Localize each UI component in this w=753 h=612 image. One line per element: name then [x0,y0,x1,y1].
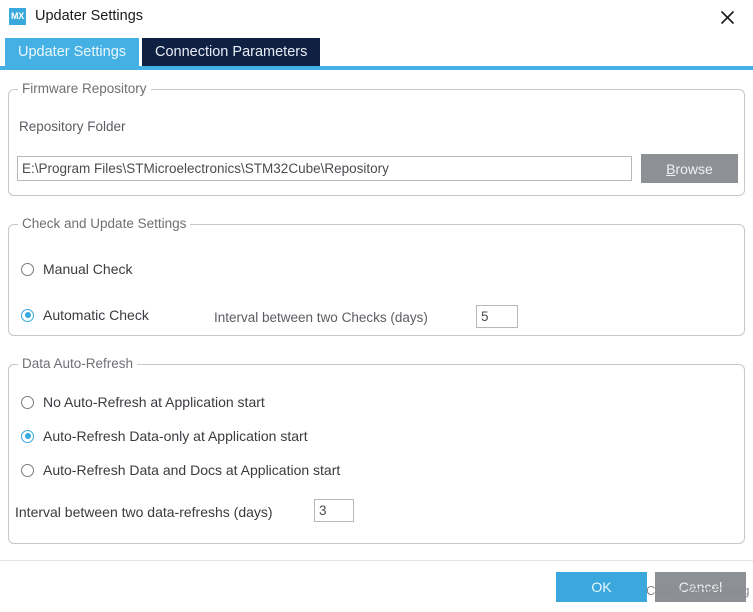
close-button[interactable] [707,2,747,32]
tab-underline [0,66,753,70]
browse-button-label: rowse [675,160,713,177]
radio-auto-refresh-data-only[interactable]: Auto-Refresh Data-only at Application st… [21,428,308,444]
radio-automatic-check[interactable]: Automatic Check [21,307,149,323]
radio-manual-check[interactable]: Manual Check [21,261,133,277]
title-bar: MX Updater Settings [0,0,753,32]
radio-manual-check-label: Manual Check [43,261,133,277]
updater-settings-dialog: MX Updater Settings Updater Settings Con… [0,0,753,612]
data-auto-refresh-group-title: Data Auto-Refresh [18,356,138,371]
tab-connection-parameters-label: Connection Parameters [155,44,308,60]
repository-folder-label: Repository Folder [19,119,126,134]
radio-automatic-check-indicator [21,308,34,322]
radio-auto-refresh-data-only-label: Auto-Refresh Data-only at Application st… [43,428,308,444]
check-update-settings-group-title: Check and Update Settings [18,216,191,231]
radio-no-auto-refresh-label: No Auto-Refresh at Application start [43,394,265,410]
mx-app-icon: MX [9,7,26,25]
tab-bar: Updater Settings Connection Parameters [0,38,753,66]
firmware-repository-group-title: Firmware Repository [18,81,151,96]
radio-auto-refresh-data-and-docs-indicator [21,463,34,477]
radio-auto-refresh-data-only-indicator [21,429,34,443]
check-interval-label: Interval between two Checks (days) [214,310,428,325]
close-icon [720,10,735,25]
radio-automatic-check-label: Automatic Check [43,307,149,323]
repository-folder-input[interactable] [17,156,632,181]
firmware-repository-group: Firmware Repository Repository Folder Br… [8,81,745,196]
tab-connection-parameters[interactable]: Connection Parameters [142,38,321,66]
check-update-settings-group: Check and Update Settings Manual Check A… [8,216,745,336]
radio-no-auto-refresh[interactable]: No Auto-Refresh at Application start [21,394,265,410]
page-title: Updater Settings [35,8,144,24]
tab-updater-settings[interactable]: Updater Settings [5,38,140,66]
radio-no-auto-refresh-indicator [21,395,34,409]
data-refresh-interval-label: Interval between two data-refreshs (days… [15,504,273,520]
footer-separator [0,560,753,561]
cancel-button[interactable]: Cancel [655,572,746,602]
browse-button[interactable]: Browse [641,154,738,183]
radio-auto-refresh-data-and-docs-label: Auto-Refresh Data and Docs at Applicatio… [43,462,341,478]
radio-auto-refresh-data-and-docs[interactable]: Auto-Refresh Data and Docs at Applicatio… [21,462,340,478]
radio-manual-check-indicator [21,262,34,276]
check-interval-input[interactable] [476,305,518,328]
data-refresh-interval-input[interactable] [314,499,354,522]
data-auto-refresh-group: Data Auto-Refresh No Auto-Refresh at App… [8,356,745,544]
ok-button[interactable]: OK [556,572,647,602]
tab-updater-settings-label: Updater Settings [18,44,127,60]
